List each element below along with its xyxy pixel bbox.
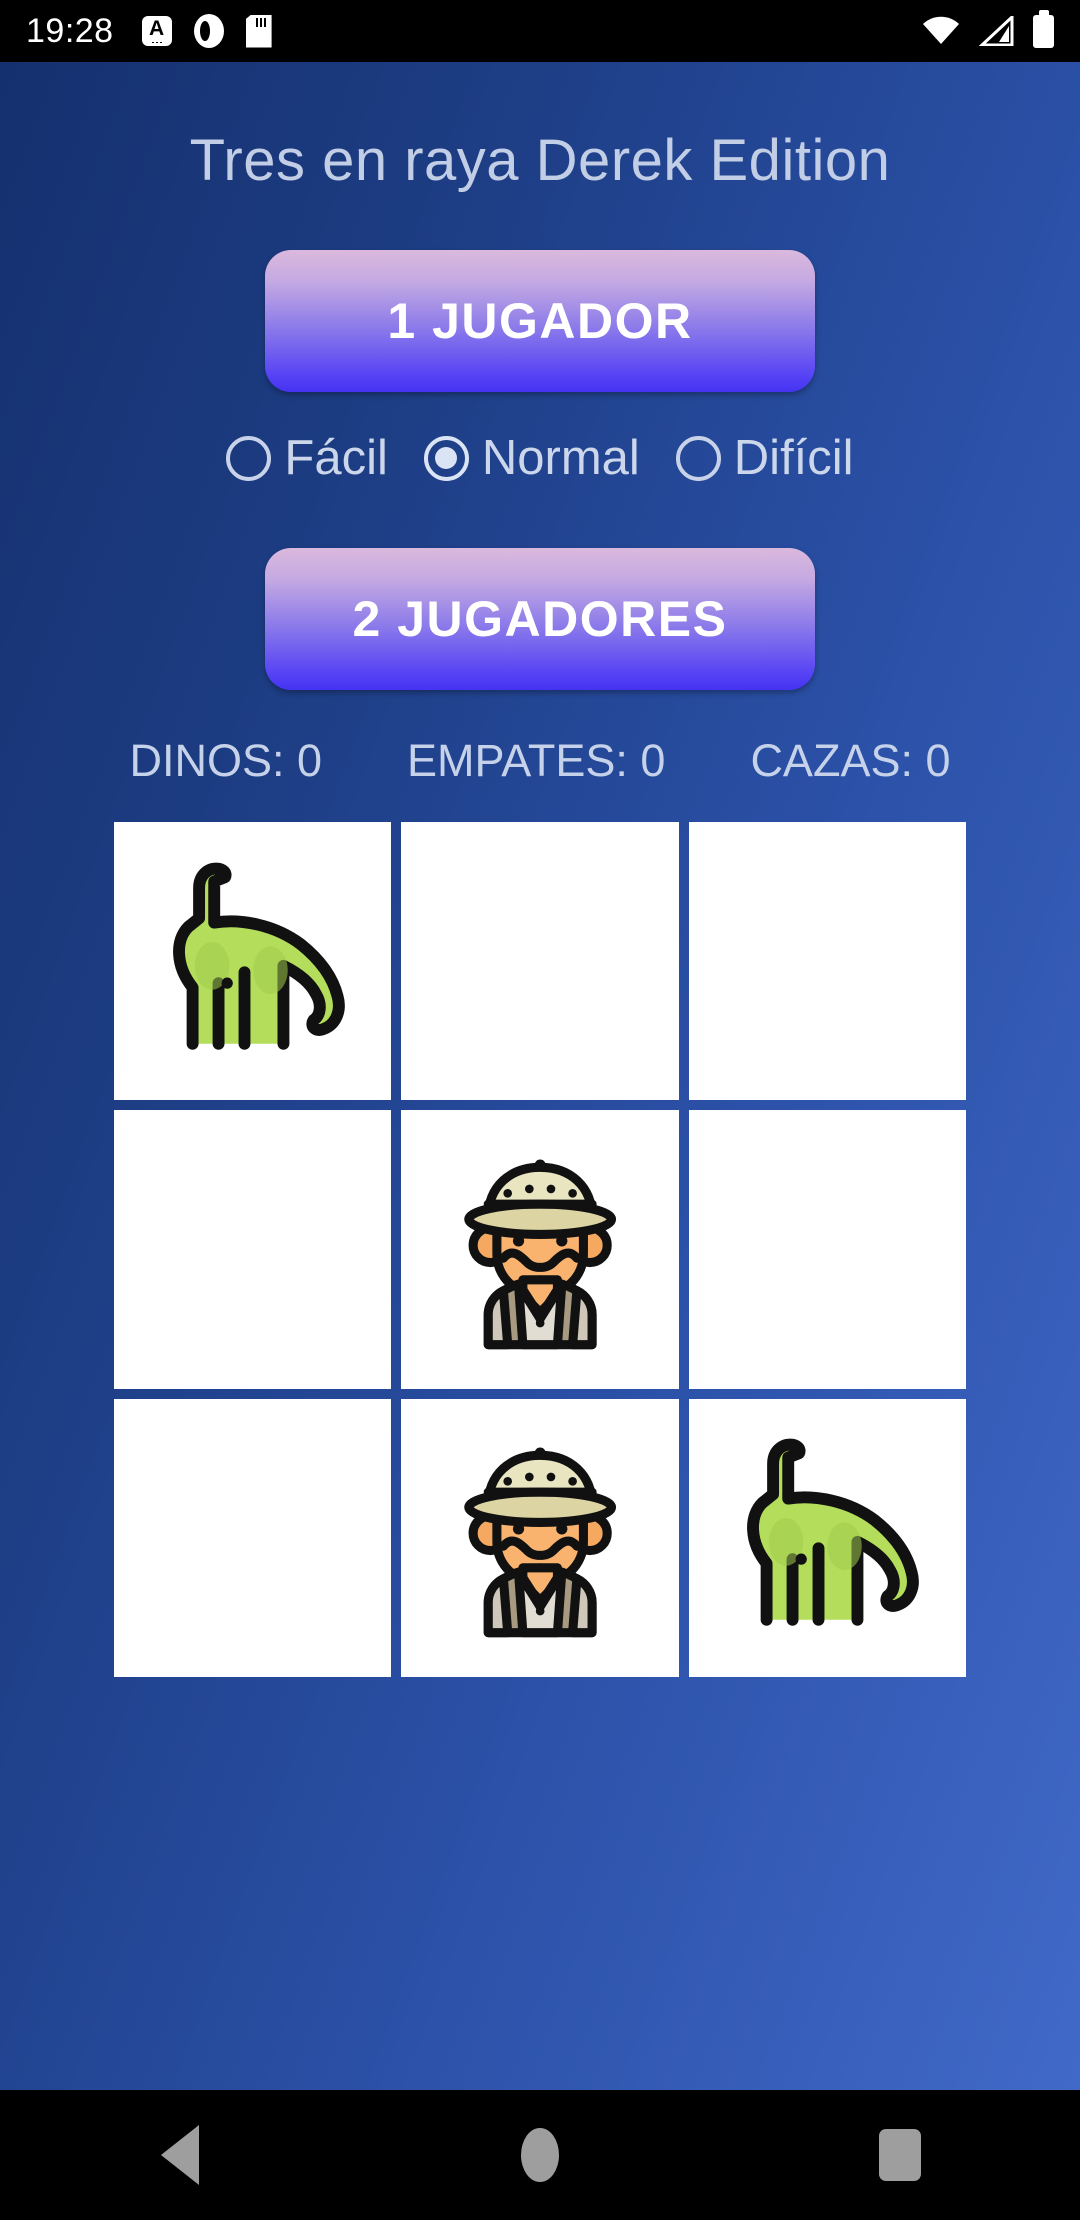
- difficulty-label-facil: Fácil: [284, 431, 388, 485]
- board-cell-2[interactable]: [688, 822, 966, 1101]
- cellular-signal-icon: [979, 16, 1014, 46]
- status-bar: 19:28 A: [0, 0, 1080, 62]
- alarm-clock-icon: [193, 14, 224, 48]
- two-players-row: 2 JUGADORES: [0, 486, 1080, 690]
- sd-card-icon: [245, 14, 272, 48]
- recents-square-icon: [879, 2129, 921, 2181]
- board-cell-1[interactable]: [401, 822, 679, 1101]
- wifi-icon: [923, 16, 959, 44]
- scoreboard: DINOS: 0 EMPATES: 0 CAZAS: 0: [0, 735, 1080, 787]
- radio-selected-dot: [435, 447, 458, 469]
- recents-nav-button[interactable]: [840, 2090, 960, 2220]
- hunter-icon: [464, 1447, 616, 1638]
- board-wrapper: [0, 822, 1080, 1677]
- board-cell-7[interactable]: [401, 1398, 679, 1677]
- page-title: Tres en raya Derek Edition: [189, 128, 891, 193]
- back-nav-button[interactable]: [120, 2090, 240, 2220]
- status-bar-notification-icons: A: [141, 14, 272, 48]
- radio-icon-normal[interactable]: [423, 435, 469, 481]
- tic-tac-toe-board: [114, 822, 966, 1677]
- board-cell-3[interactable]: [114, 1110, 392, 1389]
- one-player-button[interactable]: 1 JUGADOR: [265, 250, 815, 392]
- stat-empates: EMPATES: 0: [407, 735, 666, 786]
- difficulty-option-dificil[interactable]: Difícil: [675, 430, 854, 486]
- difficulty-radio-group: Fácil Normal Difícil: [0, 430, 1080, 486]
- one-player-row: 1 JUGADOR: [0, 194, 1080, 392]
- difficulty-label-normal: Normal: [481, 431, 640, 485]
- android-navigation-bar: [0, 2090, 1080, 2220]
- game-app-container: Tres en raya Derek Edition 1 JUGADOR Fác…: [0, 62, 1080, 2090]
- board-cell-0[interactable]: [114, 822, 392, 1101]
- home-nav-button[interactable]: [480, 2090, 600, 2220]
- board-cell-4[interactable]: [401, 1110, 679, 1389]
- font-size-a-icon: A: [141, 16, 172, 46]
- dino-icon: [172, 862, 345, 1050]
- stat-cazas: CAZAS: 0: [750, 735, 951, 786]
- board-cell-8[interactable]: [688, 1398, 966, 1677]
- two-players-button[interactable]: 2 JUGADORES: [265, 548, 815, 690]
- home-circle-icon: [521, 2128, 559, 2182]
- board-cell-6[interactable]: [114, 1398, 392, 1677]
- hunter-icon: [464, 1159, 616, 1350]
- status-bar-clock: 19:28: [26, 11, 114, 50]
- status-bar-system-icons: [921, 14, 1054, 48]
- battery-icon: [1033, 14, 1054, 48]
- radio-icon-dificil[interactable]: [675, 435, 721, 481]
- difficulty-label-dificil: Difícil: [733, 431, 854, 485]
- difficulty-option-normal[interactable]: Normal: [423, 430, 640, 486]
- back-triangle-icon: [161, 2125, 199, 2185]
- radio-icon-facil[interactable]: [226, 435, 272, 481]
- phone-screen: 19:28 A Tres en raya Derek Edition 1 JUG…: [0, 0, 1080, 2220]
- board-cell-5[interactable]: [688, 1110, 966, 1389]
- dino-icon: [747, 1438, 919, 1626]
- difficulty-option-facil[interactable]: Fácil: [226, 430, 388, 486]
- stat-dinos: DINOS: 0: [129, 735, 323, 786]
